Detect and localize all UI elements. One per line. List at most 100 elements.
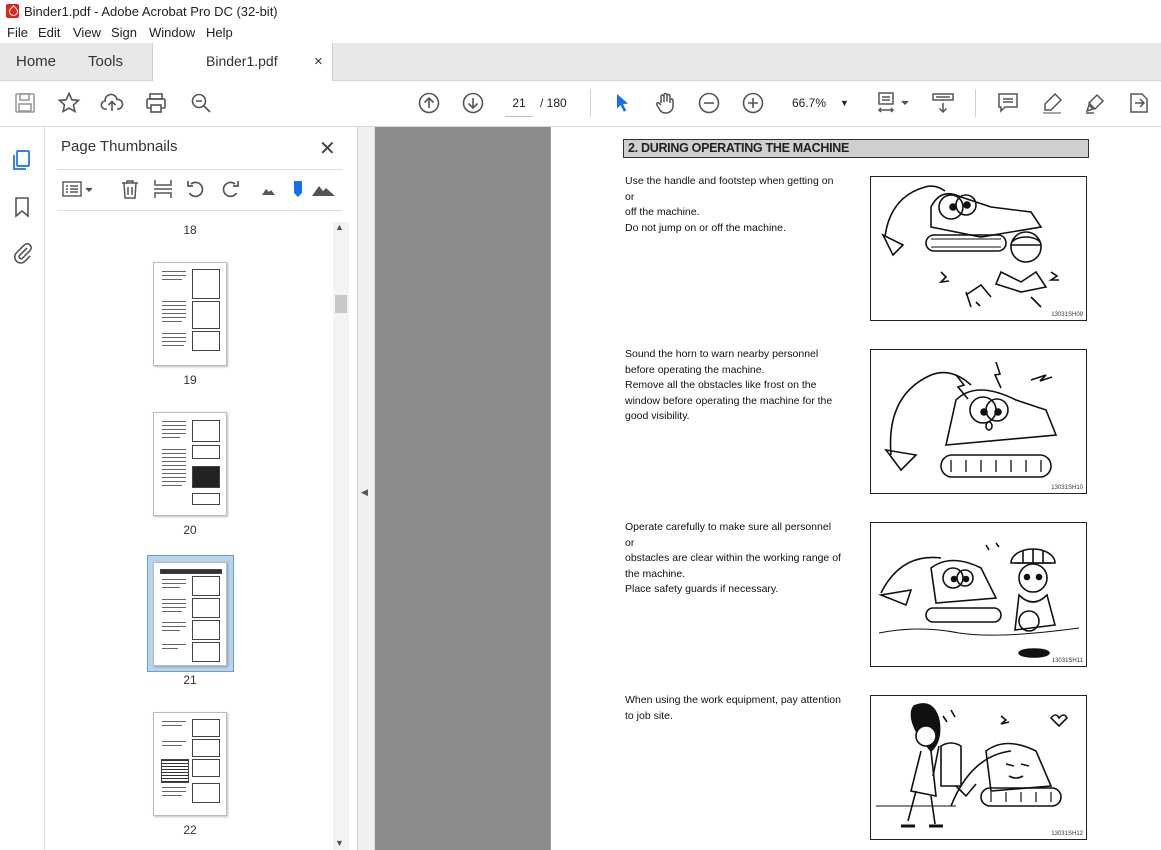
print-icon[interactable] xyxy=(144,91,168,115)
tab-tools[interactable]: Tools xyxy=(88,43,123,80)
instruction-line: to job site. xyxy=(625,709,673,722)
extract-pages-icon[interactable] xyxy=(152,178,174,200)
scroll-mode-icon[interactable] xyxy=(931,91,955,115)
section-heading: 2. DURING OPERATING THE MACHINE xyxy=(623,139,1089,158)
page-thumbnails-panel: Page Thumbnails ✕ 18 19 20 21 22 ▲ ▼ xyxy=(45,127,358,850)
zoom-level-value: 66.7% xyxy=(792,96,827,110)
thumbnail-page-label: 21 xyxy=(183,673,197,687)
menu-view[interactable]: View xyxy=(73,25,101,40)
bookmark-star-icon[interactable] xyxy=(57,91,81,115)
page-count: / 180 xyxy=(540,96,567,110)
tab-document-label: Binder1.pdf xyxy=(206,53,278,69)
zoom-in-icon[interactable] xyxy=(741,91,765,115)
window-title: Binder1.pdf - Adobe Acrobat Pro DC (32-b… xyxy=(24,4,278,19)
pdf-page: 2. DURING OPERATING THE MACHINE Use the … xyxy=(550,127,1161,850)
instruction-text: Sound the horn to warn nearby personnel … xyxy=(625,347,841,425)
thumbnail-page-label: 19 xyxy=(183,373,197,387)
instruction-line: before operating the machine. xyxy=(625,363,765,376)
instruction-line: Operate carefully to make sure all perso… xyxy=(625,521,832,549)
instruction-line: off the machine. xyxy=(625,206,700,218)
figure-code: 13031SH10 xyxy=(1051,485,1083,491)
instruction-line: window before operating the machine for … xyxy=(625,394,833,407)
attachments-paperclip-icon[interactable] xyxy=(10,240,34,264)
export-pdf-icon[interactable] xyxy=(1127,91,1151,115)
collapse-arrow-icon: ◀ xyxy=(361,487,368,497)
main-toolbar: 21 / 180 66.7% ▼ xyxy=(0,81,1161,127)
figure-code: 13031SH11 xyxy=(1051,658,1083,664)
figure-code: 13031SH09 xyxy=(1051,312,1083,318)
zoom-level-dropdown[interactable]: 66.7% ▼ xyxy=(785,90,855,116)
instruction-text: Operate carefully to make sure all perso… xyxy=(625,520,841,598)
menu-sign[interactable]: Sign xyxy=(111,25,137,40)
rotate-right-icon[interactable] xyxy=(219,178,241,200)
illustration-jump-off: 13031SH09 xyxy=(870,176,1087,321)
close-panel-icon[interactable]: ✕ xyxy=(319,136,336,161)
scroll-up-icon[interactable]: ▲ xyxy=(335,222,344,232)
instruction-line: Do not jump on or off the machine. xyxy=(625,221,786,234)
instruction-line: good visibility. xyxy=(625,410,690,422)
page-number-input[interactable]: 21 xyxy=(505,90,533,117)
upload-cloud-icon[interactable] xyxy=(100,91,124,115)
select-cursor-icon[interactable] xyxy=(610,91,634,115)
highlight-pen-icon[interactable] xyxy=(1040,91,1064,115)
document-canvas[interactable]: 2. DURING OPERATING THE MACHINE Use the … xyxy=(375,127,1161,850)
title-bar: Binder1.pdf - Adobe Acrobat Pro DC (32-b… xyxy=(0,0,1161,23)
thumbnail-page-19[interactable] xyxy=(153,262,227,366)
instruction-text: When using the work equipment, pay atten… xyxy=(625,693,841,724)
illustration-clear-working-range: 13031SH11 xyxy=(870,522,1087,667)
menu-window[interactable]: Window xyxy=(149,25,195,40)
panel-title: Page Thumbnails xyxy=(61,138,178,155)
tab-document[interactable]: Binder1.pdf × xyxy=(152,43,333,81)
acrobat-logo-icon xyxy=(6,4,19,18)
chevron-down-icon: ▼ xyxy=(840,98,849,108)
thumbnail-size-large-icon[interactable] xyxy=(311,178,337,200)
menu-edit[interactable]: Edit xyxy=(38,25,60,40)
rotate-left-icon[interactable] xyxy=(185,178,207,200)
instruction-line: Remove all the obstacles like frost on t… xyxy=(625,379,817,391)
thumbnail-page-label: 20 xyxy=(183,523,197,537)
scroll-down-icon[interactable]: ▼ xyxy=(335,838,344,848)
navigation-rail xyxy=(0,127,45,850)
illustration-job-site-attention: 13031SH12 xyxy=(870,695,1087,840)
menu-bar: File Edit View Sign Window Help xyxy=(0,23,1161,43)
thumbnail-size-slider-icon[interactable] xyxy=(287,178,309,200)
page-thumbnails-icon[interactable] xyxy=(10,148,34,172)
thumbnail-toolbar xyxy=(57,169,342,211)
toolbar-divider xyxy=(590,89,591,117)
instruction-text: Use the handle and footstep when getting… xyxy=(625,174,841,236)
instruction-line: Use the handle and footstep when getting… xyxy=(625,175,834,203)
zoom-search-icon[interactable] xyxy=(189,91,213,115)
delete-trash-icon[interactable] xyxy=(119,178,141,200)
menu-file[interactable]: File xyxy=(7,25,28,40)
thumbnail-scrollbar-thumb[interactable] xyxy=(335,295,347,313)
save-icon[interactable] xyxy=(13,91,37,115)
thumbnail-scrollbar[interactable] xyxy=(333,222,349,850)
page-fit-icon[interactable] xyxy=(876,91,910,115)
hand-tool-icon[interactable] xyxy=(653,91,677,115)
thumbnail-page-label: 22 xyxy=(183,823,197,837)
previous-page-icon[interactable] xyxy=(417,91,441,115)
instruction-line: the machine. xyxy=(625,567,686,580)
close-tab-icon[interactable]: × xyxy=(314,43,323,80)
zoom-out-icon[interactable] xyxy=(697,91,721,115)
instruction-line: Sound the horn to warn nearby personnel xyxy=(625,348,819,360)
menu-help[interactable]: Help xyxy=(206,25,233,40)
options-menu-icon[interactable] xyxy=(61,178,97,200)
tab-bar: Home Tools Binder1.pdf × xyxy=(0,43,1161,81)
instruction-line: When using the work equipment, pay atten… xyxy=(625,694,841,706)
thumbnail-page-22[interactable] xyxy=(153,712,227,816)
thumbnail-page-label: 18 xyxy=(183,223,197,237)
tab-home[interactable]: Home xyxy=(16,43,56,80)
thumbnail-size-small-icon[interactable] xyxy=(258,178,280,200)
instruction-line: Place safety guards if necessary. xyxy=(625,583,779,595)
figure-code: 13031SH12 xyxy=(1051,831,1083,837)
thumbnail-page-20[interactable] xyxy=(153,412,227,516)
panel-collapse-handle[interactable]: ◀ xyxy=(358,127,375,850)
toolbar-divider xyxy=(975,89,976,117)
instruction-line: obstacles are clear within the working r… xyxy=(625,552,841,564)
sign-pen-icon[interactable] xyxy=(1083,91,1107,115)
thumbnail-page-21[interactable] xyxy=(153,562,227,666)
comment-icon[interactable] xyxy=(996,91,1020,115)
bookmarks-icon[interactable] xyxy=(10,195,34,219)
next-page-icon[interactable] xyxy=(461,91,485,115)
